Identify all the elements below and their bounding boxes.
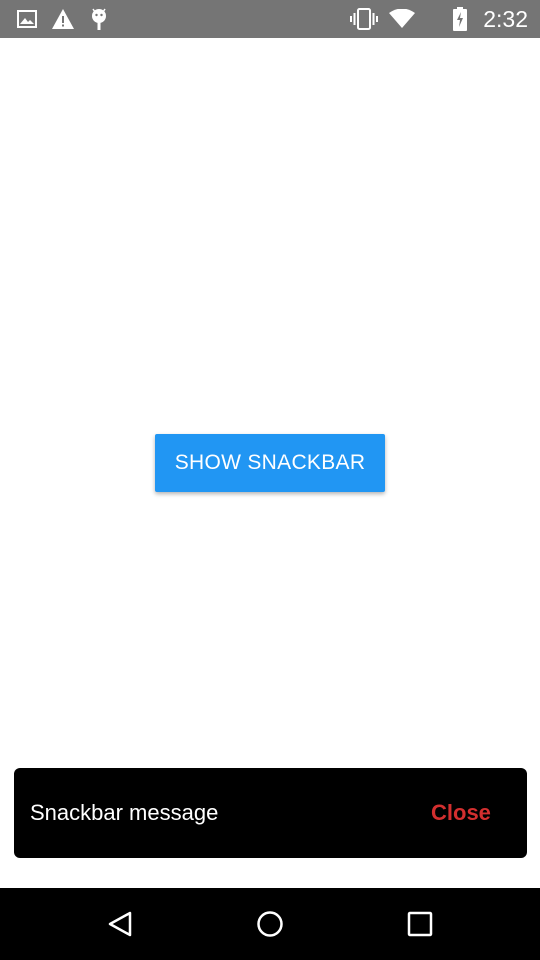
- image-icon: [16, 7, 38, 31]
- recents-icon[interactable]: [400, 904, 440, 944]
- snackbar: Snackbar message Close: [14, 768, 527, 858]
- back-icon[interactable]: [100, 904, 140, 944]
- app-screen: 2:32 SHOW SNACKBAR Snackbar message Clos…: [0, 0, 540, 960]
- main-content: SHOW SNACKBAR: [0, 38, 540, 888]
- wifi-icon: [388, 7, 416, 31]
- warning-icon: [50, 7, 76, 31]
- navigation-bar: [0, 888, 540, 960]
- snackbar-close-button[interactable]: Close: [431, 799, 491, 827]
- vibrate-icon: [350, 7, 378, 31]
- home-icon[interactable]: [250, 904, 290, 944]
- show-snackbar-button[interactable]: SHOW SNACKBAR: [155, 434, 385, 492]
- battery-icon: [452, 7, 468, 31]
- android-debug-icon: [88, 7, 110, 31]
- snackbar-message: Snackbar message: [30, 800, 219, 825]
- status-bar: 2:32: [0, 0, 540, 38]
- status-time: 2:32: [483, 6, 528, 32]
